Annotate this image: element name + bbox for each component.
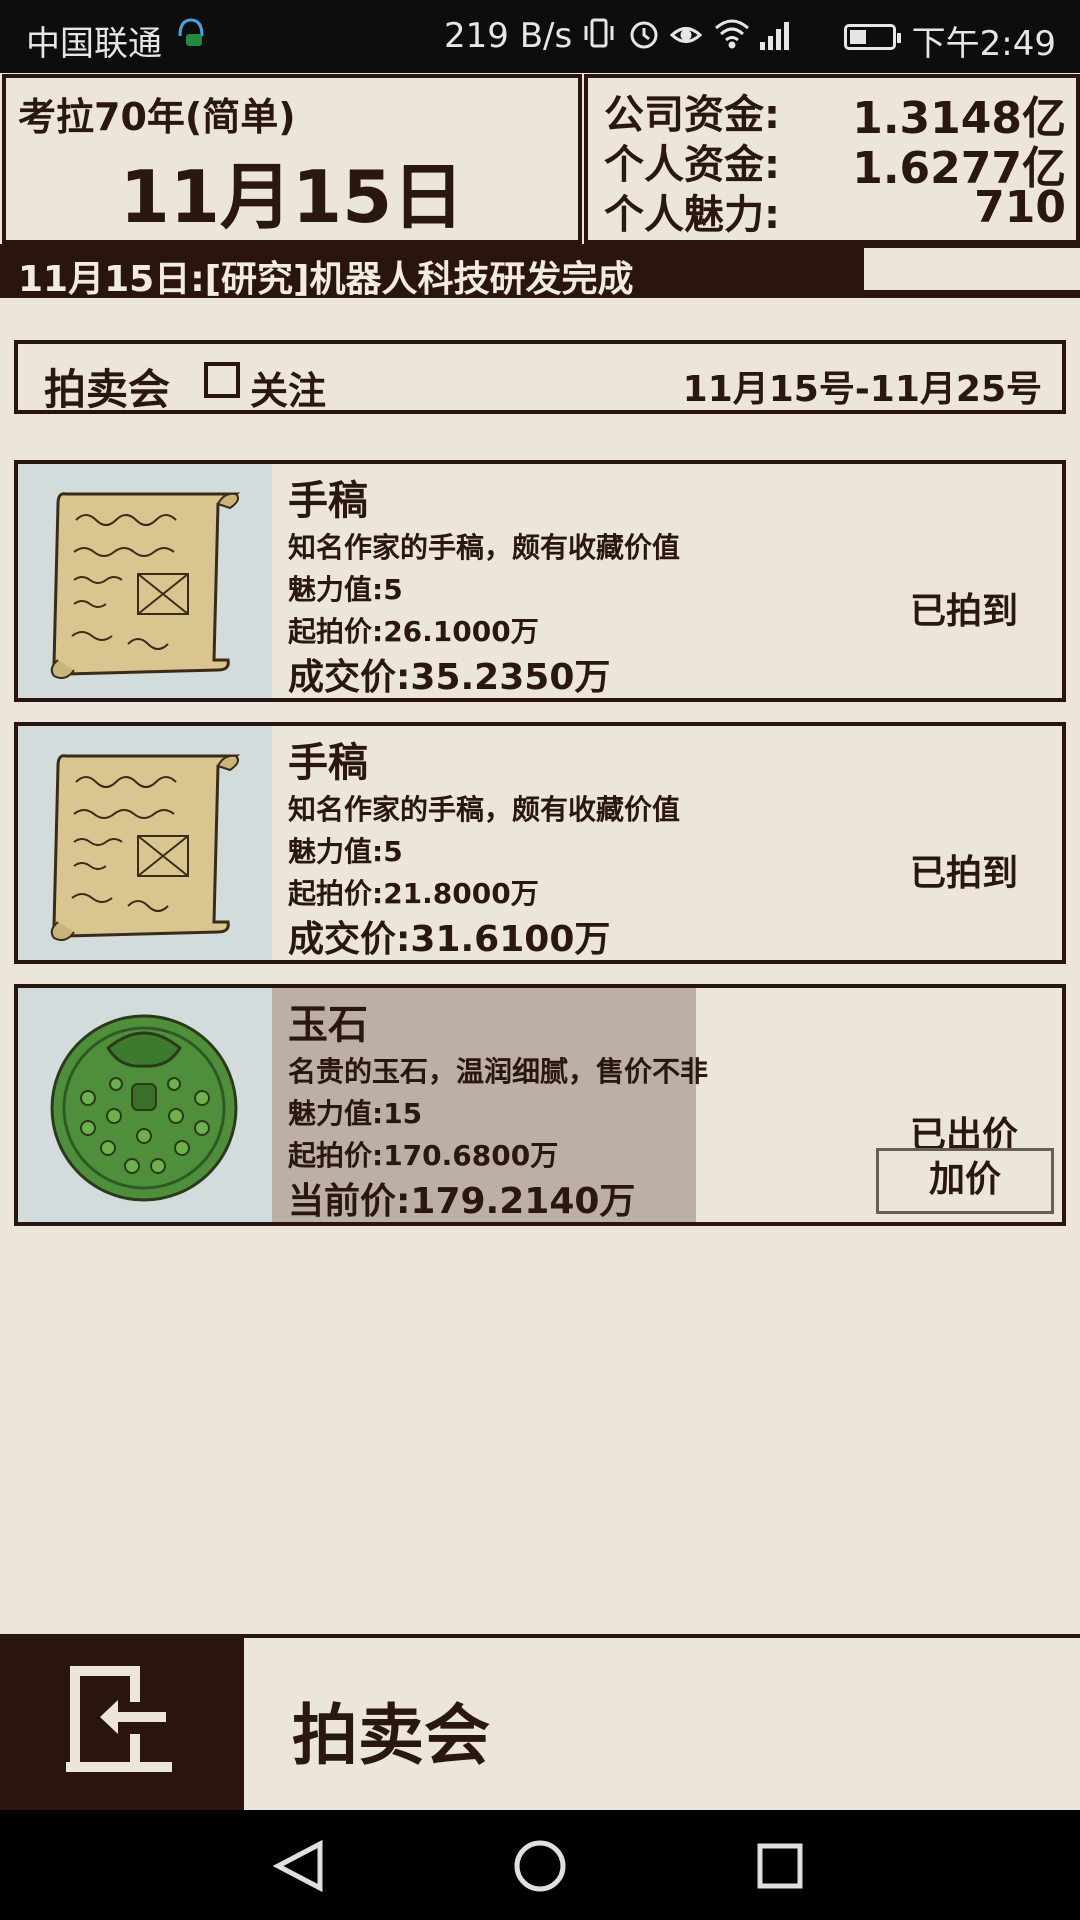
item-start-price: 起拍价:21.8000万 — [288, 877, 539, 910]
vibrate-icon — [584, 18, 614, 48]
alarm-icon — [630, 21, 658, 49]
recents-square-icon — [757, 1843, 803, 1889]
raise-bid-button[interactable]: 加价 — [876, 1148, 1054, 1214]
home-circle-icon — [514, 1840, 566, 1892]
exit-button[interactable] — [0, 1638, 244, 1810]
exit-icon — [66, 1666, 172, 1772]
item-name: 手稿 — [288, 740, 368, 786]
finance-panel: 公司资金: 1.3148亿 个人资金: 1.6277亿 个人魅力: 710 — [584, 74, 1080, 244]
news-text: 11月15日:[研究]机器人科技研发完成 — [18, 259, 634, 300]
jade-icon — [18, 988, 272, 1222]
auction-item-card[interactable]: 玉石 名贵的玉石，温润细腻，售价不非 魅力值:15 起拍价:170.6800万 … — [14, 984, 1066, 1226]
current-date: 11月15日 — [119, 155, 465, 239]
auction-item-card[interactable]: 手稿 知名作家的手稿，颇有收藏价值 魅力值:5 起拍价:21.8000万 成交价… — [14, 722, 1066, 964]
page-title: 拍卖会 — [292, 1697, 490, 1774]
manuscript-icon — [18, 464, 272, 698]
status-icons — [580, 14, 830, 63]
item-final-price: 成交价:31.6100万 — [288, 919, 611, 960]
charisma-value: 710 — [974, 182, 1066, 233]
signal-icon — [760, 22, 789, 50]
item-status: 已拍到 — [909, 591, 1018, 632]
item-start-price: 起拍价:26.1000万 — [288, 615, 539, 648]
item-description: 名贵的玉石，温润细腻，售价不非 — [288, 1055, 709, 1088]
item-final-price: 成交价:35.2350万 — [288, 657, 611, 698]
item-description: 知名作家的手稿，颇有收藏价值 — [288, 531, 681, 564]
auction-title: 拍卖会 — [44, 365, 171, 414]
charisma-row: 个人魅力: 710 — [604, 182, 1066, 240]
news-ticker-blank — [864, 248, 1080, 290]
network-speed: 219 B/s — [444, 16, 573, 56]
date-panel: 考拉70年(简单) 11月15日 — [2, 74, 582, 244]
follow-label[interactable]: 关注 — [250, 360, 326, 415]
item-name: 手稿 — [288, 478, 368, 524]
item-description: 知名作家的手稿，颇有收藏价值 — [288, 793, 681, 826]
back-triangle-icon — [272, 1839, 323, 1893]
game-title: 考拉70年(简单) — [18, 95, 296, 139]
item-status: 已拍到 — [909, 853, 1018, 894]
wifi-icon — [715, 19, 749, 49]
manuscript-icon — [18, 726, 272, 960]
item-charm: 魅力值:5 — [288, 573, 403, 606]
follow-checkbox[interactable] — [204, 362, 240, 398]
item-charm: 魅力值:15 — [288, 1097, 423, 1130]
charisma-label: 个人魅力: — [604, 192, 780, 238]
carrier-name: 中国联通 — [26, 24, 162, 64]
auction-header: 拍卖会 关注 11月15号-11月25号 — [14, 340, 1066, 414]
assistant-icon — [176, 16, 206, 59]
item-current-price: 当前价:179.2140万 — [288, 1181, 636, 1222]
eye-icon — [669, 27, 703, 43]
news-ticker[interactable]: 11月15日:[研究]机器人科技研发完成 — [0, 244, 1080, 300]
auction-period: 11月15号-11月25号 — [682, 369, 1042, 410]
status-bar: 中国联通 219 B/s 下午2:49 — [0, 0, 1080, 73]
item-start-price: 起拍价:170.6800万 — [288, 1139, 559, 1172]
clock: 下午2:49 — [911, 24, 1056, 64]
item-charm: 魅力值:5 — [288, 835, 403, 868]
auction-item-card[interactable]: 手稿 知名作家的手稿，颇有收藏价值 魅力值:5 起拍价:26.1000万 成交价… — [14, 460, 1066, 702]
bottom-bar: 拍卖会 — [0, 1634, 1080, 1810]
item-name: 玉石 — [288, 1002, 368, 1048]
system-nav-bar — [0, 1810, 1080, 1920]
battery-icon — [844, 24, 901, 50]
